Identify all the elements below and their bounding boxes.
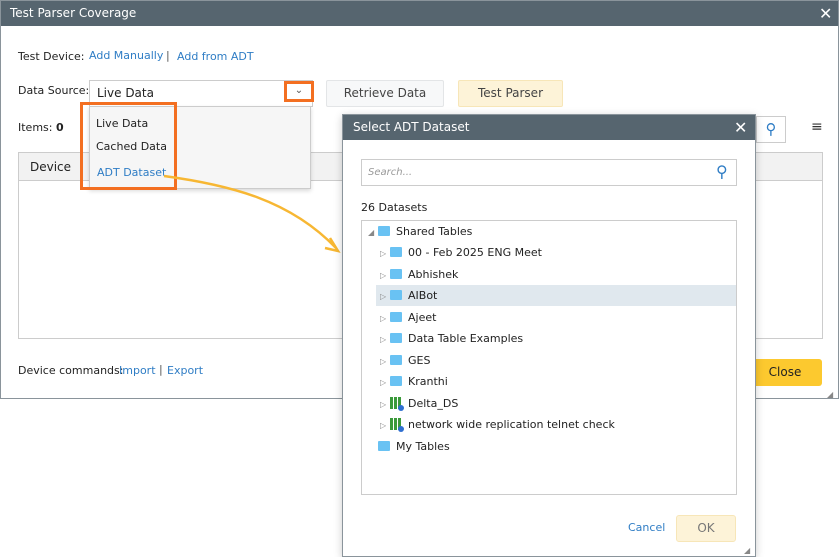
folder-icon — [390, 376, 402, 386]
expand-icon: ▷ — [380, 249, 387, 258]
tree-node[interactable]: ▷ Kranthi — [376, 371, 736, 392]
dataset-count: 26 Datasets — [361, 201, 428, 214]
expand-icon: ▷ — [380, 400, 387, 409]
tree-node-my-tables[interactable]: My Tables — [378, 436, 450, 457]
dialog-title: Select ADT Dataset — [353, 120, 470, 134]
folder-icon — [390, 312, 402, 322]
ok-button[interactable]: OK — [676, 515, 736, 542]
tree-node[interactable]: ▷ network wide replication telnet check — [376, 414, 736, 435]
expand-icon: ▷ — [380, 271, 387, 280]
select-adt-dataset-dialog: Select ADT Dataset ✕ Search... ⚲ 26 Data… — [342, 114, 756, 557]
folder-icon — [378, 226, 390, 236]
close-icon[interactable]: ✕ — [734, 120, 747, 136]
cancel-link[interactable]: Cancel — [628, 521, 665, 534]
tree-node[interactable]: ▷ Ajeet — [376, 307, 736, 328]
collapse-icon[interactable]: ◢ — [368, 222, 378, 243]
folder-icon — [390, 355, 402, 365]
folder-icon — [390, 333, 402, 343]
folder-icon — [390, 269, 402, 279]
tree-node[interactable]: ▷ GES — [376, 350, 736, 371]
expand-icon: ▷ — [380, 357, 387, 366]
tree-node[interactable]: ▷ 00 - Feb 2025 ENG Meet — [376, 242, 736, 263]
dialog-titlebar: Select ADT Dataset — [343, 115, 755, 140]
dataset-tree: ◢ Shared Tables ▷ 00 - Feb 2025 ENG Meet ▷… — [361, 220, 737, 495]
folder-icon — [390, 290, 402, 300]
folder-icon — [378, 441, 390, 451]
dataset-search-input[interactable]: Search... ⚲ — [361, 159, 737, 186]
tree-node[interactable]: ▷ Data Table Examples — [376, 328, 736, 349]
tree-node[interactable]: ▷ Abhishek — [376, 264, 736, 285]
folder-icon — [390, 247, 402, 257]
expand-icon: ▷ — [380, 378, 387, 387]
resize-handle-icon[interactable]: ◢ — [744, 546, 750, 555]
search-icon[interactable]: ⚲ — [716, 162, 728, 181]
tree-node[interactable]: ▷ Delta_DS — [376, 393, 736, 414]
dataset-icon — [390, 418, 404, 432]
search-placeholder: Search... — [368, 167, 413, 178]
expand-icon: ▷ — [380, 314, 387, 323]
tree-node-selected[interactable]: ▷ AIBot — [376, 285, 736, 306]
expand-icon: ▷ — [380, 292, 387, 301]
expand-icon: ▷ — [380, 421, 387, 430]
tree-node-shared-tables[interactable]: ◢ Shared Tables — [368, 221, 472, 242]
dataset-icon — [390, 397, 404, 411]
expand-icon: ▷ — [380, 335, 387, 344]
